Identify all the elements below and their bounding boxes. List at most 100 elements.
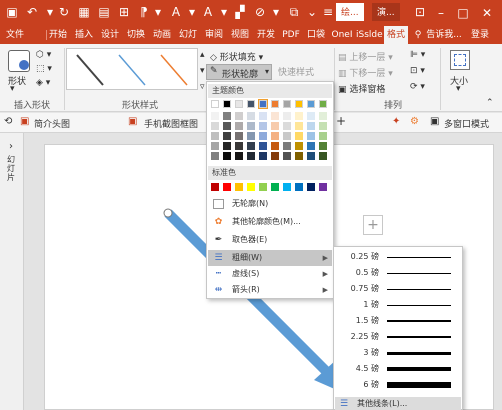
theme-color-shade-swatch[interactable] xyxy=(259,122,267,130)
weight-option[interactable]: 6 磅 xyxy=(335,377,461,393)
theme-color-shade-swatch[interactable] xyxy=(283,132,291,140)
theme-color-shade-swatch[interactable] xyxy=(319,152,327,160)
standard-color-swatch[interactable] xyxy=(211,183,219,191)
theme-color-shade-swatch[interactable] xyxy=(235,152,243,160)
theme-color-shade-swatch[interactable] xyxy=(307,132,315,140)
theme-color-shade-swatch[interactable] xyxy=(259,142,267,150)
theme-color-swatch[interactable] xyxy=(295,100,303,108)
theme-color-shade-swatch[interactable] xyxy=(319,122,327,130)
theme-color-shade-swatch[interactable] xyxy=(295,152,303,160)
eyedropper-label: 取色器(E) xyxy=(232,235,268,244)
weight-option-label: 0.75 磅 xyxy=(350,284,379,293)
theme-color-shade-swatch[interactable] xyxy=(223,132,231,140)
theme-color-shade-swatch[interactable] xyxy=(247,132,255,140)
standard-colors-heading: 标准色 xyxy=(208,166,332,180)
weight-sample-line xyxy=(387,320,451,322)
theme-color-shade-swatch[interactable] xyxy=(235,132,243,140)
weight-option-label: 4.5 磅 xyxy=(355,364,379,373)
weight-option[interactable]: 0.5 磅 xyxy=(335,265,461,281)
theme-color-shade-swatch[interactable] xyxy=(235,122,243,130)
weight-option[interactable]: 1 磅 xyxy=(335,297,461,313)
theme-color-swatch[interactable] xyxy=(211,100,219,108)
theme-color-shade-swatch[interactable] xyxy=(235,142,243,150)
weight-option[interactable]: 2.25 磅 xyxy=(335,329,461,345)
theme-color-shade-swatch[interactable] xyxy=(247,112,255,120)
weight-option[interactable]: 0.75 磅 xyxy=(335,281,461,297)
theme-color-swatch[interactable] xyxy=(247,100,255,108)
weight-sample-line xyxy=(387,367,451,371)
arrows-item[interactable]: ⇹ 箭头(R) ▶ xyxy=(208,282,332,298)
theme-color-shade-swatch[interactable] xyxy=(259,112,267,120)
theme-color-shade-swatch[interactable] xyxy=(295,142,303,150)
theme-color-shade-swatch[interactable] xyxy=(211,112,219,120)
more-outline-colors-item[interactable]: ✿ 其他轮廓颜色(M)... xyxy=(208,214,332,230)
theme-color-shade-swatch[interactable] xyxy=(319,112,327,120)
theme-color-shade-swatch[interactable] xyxy=(307,122,315,130)
theme-color-shade-swatch[interactable] xyxy=(283,112,291,120)
more-lines-item[interactable]: ☰ 其他线条(L)... xyxy=(335,397,461,410)
theme-color-shade-swatch[interactable] xyxy=(211,132,219,140)
theme-color-shade-swatch[interactable] xyxy=(271,142,279,150)
weight-option-label: 1 磅 xyxy=(363,300,379,309)
theme-color-shade-swatch[interactable] xyxy=(283,152,291,160)
standard-color-swatch[interactable] xyxy=(247,183,255,191)
no-outline-item[interactable]: 无轮廓(N) xyxy=(208,196,332,212)
theme-color-swatch[interactable] xyxy=(271,100,279,108)
dashes-item[interactable]: ┅ 虚线(S) ▶ xyxy=(208,266,332,282)
standard-color-swatch[interactable] xyxy=(283,183,291,191)
theme-color-swatch[interactable] xyxy=(235,100,243,108)
weight-label: 粗细(W) xyxy=(232,253,263,262)
theme-color-shade-swatch[interactable] xyxy=(223,152,231,160)
theme-color-shade-swatch[interactable] xyxy=(271,132,279,140)
weight-submenu: 0.25 磅 0.5 磅 0.75 磅 1 磅 1.5 磅 2.25 磅 3 磅 4.5 磅 6… xyxy=(333,246,463,410)
theme-color-shade-swatch[interactable] xyxy=(283,142,291,150)
theme-color-shade-swatch[interactable] xyxy=(295,122,303,130)
color-palette-icon: ✿ xyxy=(214,217,223,227)
theme-color-shade-swatch[interactable] xyxy=(223,112,231,120)
weight-option[interactable]: 3 磅 xyxy=(335,345,461,361)
weight-option[interactable]: 4.5 磅 xyxy=(335,361,461,377)
theme-color-shade-swatch[interactable] xyxy=(295,132,303,140)
standard-color-swatch[interactable] xyxy=(271,183,279,191)
theme-color-shade-swatch[interactable] xyxy=(319,142,327,150)
theme-colors-heading: 主题颜色 xyxy=(208,84,332,98)
theme-color-shade-swatch[interactable] xyxy=(283,122,291,130)
standard-color-swatch[interactable] xyxy=(319,183,327,191)
theme-color-shade-swatch[interactable] xyxy=(247,122,255,130)
theme-color-shade-swatch[interactable] xyxy=(211,142,219,150)
theme-color-swatch[interactable] xyxy=(223,100,231,108)
theme-color-swatch[interactable] xyxy=(258,99,268,109)
theme-color-shade-swatch[interactable] xyxy=(295,112,303,120)
theme-color-shade-swatch[interactable] xyxy=(259,132,267,140)
theme-color-shade-swatch[interactable] xyxy=(307,112,315,120)
theme-color-shade-swatch[interactable] xyxy=(211,122,219,130)
standard-color-swatch[interactable] xyxy=(295,183,303,191)
theme-color-shade-swatch[interactable] xyxy=(223,122,231,130)
standard-color-swatch[interactable] xyxy=(223,183,231,191)
more-colors-label: 其他轮廓颜色(M)... xyxy=(232,217,301,226)
theme-color-shade-swatch[interactable] xyxy=(259,152,267,160)
eyedropper-item[interactable]: ✒ 取色器(E) xyxy=(208,232,332,248)
theme-color-shade-swatch[interactable] xyxy=(271,122,279,130)
theme-color-shade-swatch[interactable] xyxy=(319,132,327,140)
theme-color-shade-swatch[interactable] xyxy=(307,152,315,160)
standard-color-swatch[interactable] xyxy=(307,183,315,191)
theme-color-swatch[interactable] xyxy=(283,100,291,108)
theme-color-shade-swatch[interactable] xyxy=(307,142,315,150)
theme-color-shade-swatch[interactable] xyxy=(271,152,279,160)
theme-color-shade-swatch[interactable] xyxy=(247,152,255,160)
theme-color-shade-swatch[interactable] xyxy=(271,112,279,120)
theme-color-shade-swatch[interactable] xyxy=(235,112,243,120)
standard-color-swatch[interactable] xyxy=(259,183,267,191)
theme-color-shade-swatch[interactable] xyxy=(223,142,231,150)
theme-color-swatch[interactable] xyxy=(319,100,327,108)
weight-option-label: 3 磅 xyxy=(363,348,379,357)
theme-color-swatch[interactable] xyxy=(307,100,315,108)
no-outline-label: 无轮廓(N) xyxy=(232,199,269,208)
theme-color-shade-swatch[interactable] xyxy=(211,152,219,160)
theme-color-shade-swatch[interactable] xyxy=(247,142,255,150)
weight-item[interactable]: ☰ 粗细(W) ▶ xyxy=(208,250,332,266)
weight-option[interactable]: 1.5 磅 xyxy=(335,313,461,329)
weight-option[interactable]: 0.25 磅 xyxy=(335,249,461,265)
standard-color-swatch[interactable] xyxy=(235,183,243,191)
